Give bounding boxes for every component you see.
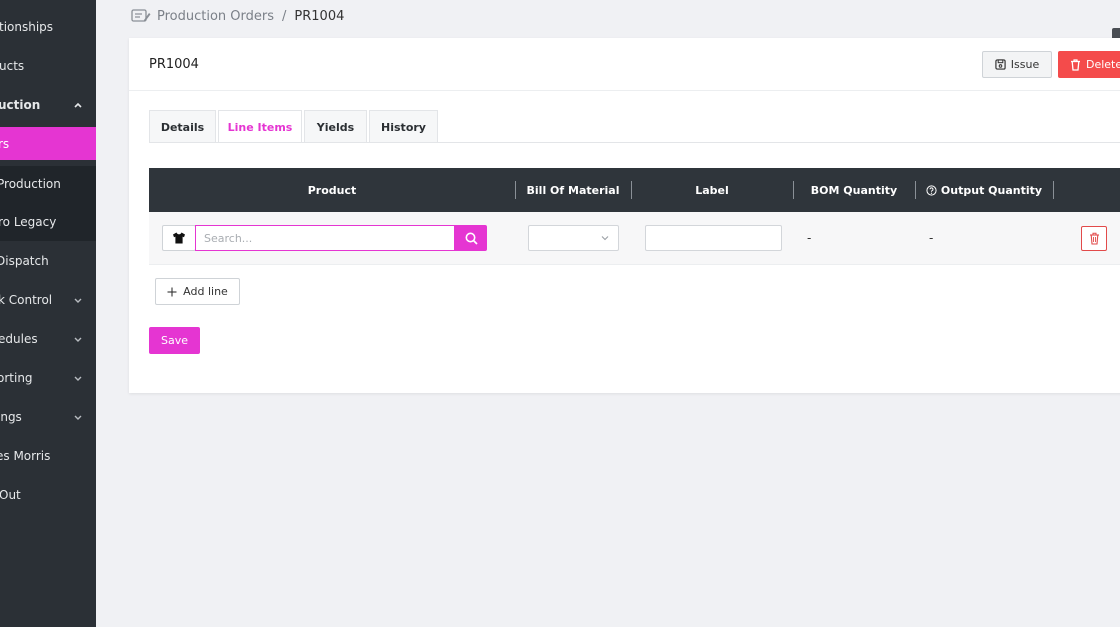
tab-line-items[interactable]: Line Items [218, 110, 302, 143]
search-icon [465, 232, 478, 245]
page-title: PR1004 [149, 57, 199, 72]
chevron-down-icon [74, 337, 82, 342]
sidebar-item-label: Dispatch [0, 254, 49, 268]
sidebar-item-log-out[interactable]: Out [0, 478, 96, 512]
chevron-down-icon [74, 415, 82, 420]
save-button[interactable]: Save [149, 327, 200, 354]
column-header-output-quantity-label: Output Quantity [940, 183, 1043, 197]
delete-line-button[interactable] [1081, 226, 1107, 251]
output-quantity-value: - [929, 231, 934, 245]
sidebar-item-settings[interactable]: ings [0, 400, 96, 434]
sidebar-item-production[interactable]: uction [0, 88, 96, 122]
trash-icon [1089, 232, 1099, 245]
sidebar-item-label: es Morris [0, 449, 51, 463]
edit-document-icon [131, 9, 151, 22]
breadcrumb-current: PR1004 [294, 8, 345, 24]
breadcrumb-parent-link[interactable]: Production Orders [157, 9, 274, 24]
column-divider [1053, 181, 1054, 199]
sidebar-item-relationships[interactable]: tionships [0, 10, 96, 44]
bill-of-material-select[interactable] [528, 225, 619, 251]
sidebar-item-schedules[interactable]: edules [0, 322, 96, 356]
chevron-down-icon [74, 376, 82, 381]
order-card: PR1004 Issue Delete Details Line Items Y… [129, 38, 1120, 393]
tab-yields[interactable]: Yields [304, 110, 367, 143]
chevron-down-icon [74, 298, 82, 303]
sidebar-item-label: Production [0, 177, 61, 191]
breadcrumb: Production Orders / PR1004 [131, 6, 344, 26]
add-line-button[interactable]: Add line [155, 278, 240, 305]
tabs-divider [149, 142, 1120, 143]
sidebar-item-label: ucts [0, 59, 25, 73]
sidebar: tionships ucts uction rs Production ro L… [0, 0, 96, 627]
help-circle-icon[interactable] [926, 184, 937, 196]
table-row: - - [149, 212, 1120, 265]
sidebar-item-label: edules [0, 332, 38, 346]
tab-history[interactable]: History [369, 110, 438, 143]
sidebar-item-label: tionships [0, 20, 54, 34]
product-type-button[interactable] [162, 225, 196, 251]
plus-icon [167, 287, 177, 296]
sidebar-item-reporting[interactable]: orting [0, 361, 96, 395]
sidebar-item-production-sub[interactable]: Production [0, 166, 96, 202]
card-header: PR1004 Issue Delete [129, 38, 1120, 91]
chevron-up-icon [74, 102, 82, 108]
column-header-bom-quantity[interactable]: BOM Quantity [793, 168, 915, 212]
sidebar-item-products[interactable]: ucts [0, 49, 96, 83]
trash-icon [1071, 58, 1080, 71]
tab-details[interactable]: Details [149, 110, 216, 143]
chevron-down-icon [601, 236, 609, 241]
delete-button-label: Delete [1086, 58, 1120, 71]
sidebar-item-label: ro Legacy [0, 214, 57, 229]
sidebar-item-label: ings [0, 410, 22, 424]
add-line-label: Add line [183, 285, 228, 298]
save-disk-icon [995, 59, 1006, 70]
sidebar-item-stock-control[interactable]: k Control [0, 283, 96, 317]
sidebar-item-label: orting [0, 371, 33, 385]
sidebar-item-pro-legacy[interactable]: ro Legacy [0, 202, 96, 241]
sidebar-item-label: k Control [0, 293, 53, 307]
breadcrumb-separator: / [282, 8, 287, 24]
t-shirt-icon [173, 232, 185, 244]
issue-button-label: Issue [1010, 58, 1040, 71]
column-header-product[interactable]: Product [149, 168, 515, 212]
sidebar-item-label: uction [0, 98, 41, 112]
sidebar-item-label: Out [0, 488, 21, 502]
issue-button[interactable]: Issue [982, 51, 1052, 78]
product-search-input[interactable] [195, 225, 455, 251]
column-header-bill-of-material[interactable]: Bill Of Material [515, 168, 631, 212]
column-header-output-quantity[interactable]: Output Quantity [915, 168, 1053, 212]
label-input[interactable] [645, 225, 782, 251]
sidebar-item-user[interactable]: es Morris [0, 439, 96, 473]
line-items-table-header: Product Bill Of Material Label BOM Quant… [149, 168, 1120, 212]
delete-button[interactable]: Delete [1058, 51, 1120, 78]
product-search-button[interactable] [455, 225, 487, 251]
column-header-label[interactable]: Label [631, 168, 793, 212]
sidebar-item-dispatch[interactable]: Dispatch [0, 244, 96, 278]
sidebar-item-label: rs [0, 136, 10, 151]
sidebar-item-orders[interactable]: rs [0, 127, 96, 160]
bom-quantity-value: - [807, 231, 812, 245]
tab-bar: Details Line Items Yields History [149, 110, 440, 143]
